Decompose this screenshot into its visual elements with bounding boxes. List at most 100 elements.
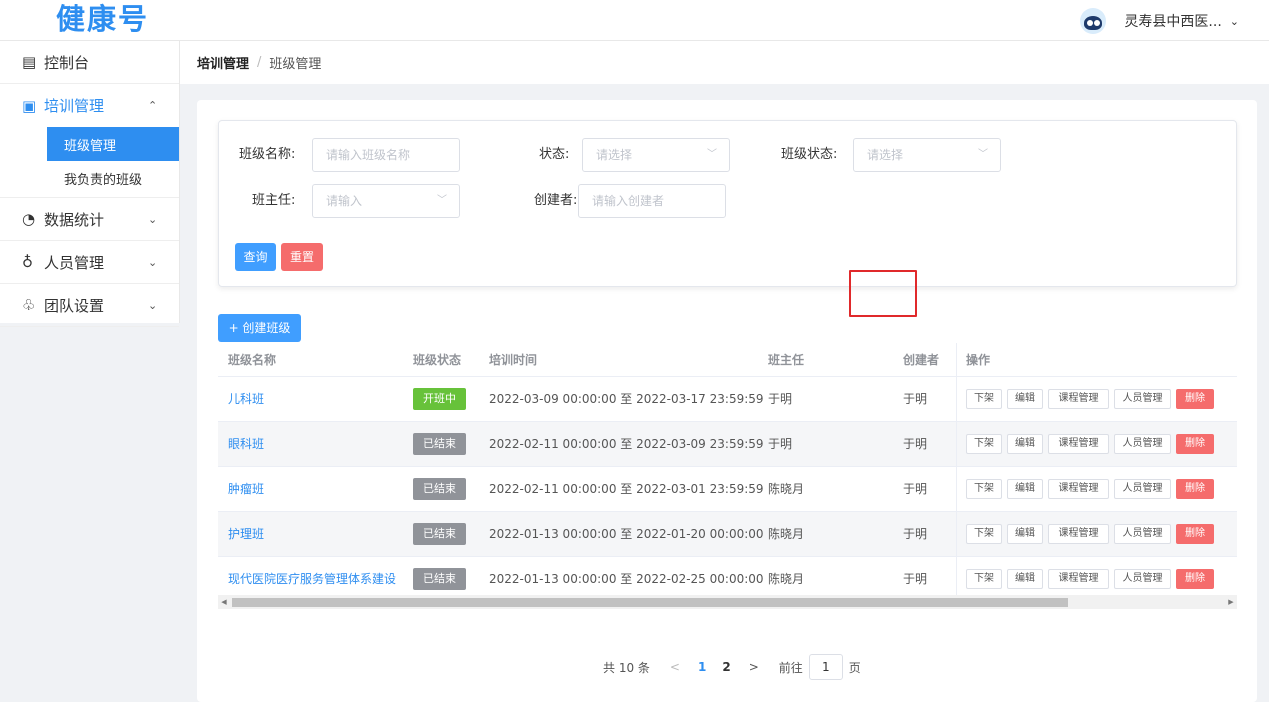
scrollbar-thumb[interactable]	[232, 598, 1068, 607]
filter-panel: 班级名称: 请输入班级名称 状态: 请选择 ﹀ 班级状态: 请选择 ﹀ 班主任:…	[218, 120, 1237, 287]
personnel-management-button[interactable]: 人员管理	[1114, 524, 1171, 544]
class-name-link[interactable]: 肿瘤班	[228, 467, 264, 511]
creator-input[interactable]: 请输入创建者	[578, 184, 726, 218]
table-row: 肿瘤班 已结束 2022-02-11 00:00:00 至 2022-03-01 2…	[218, 467, 1237, 512]
class-name-link[interactable]: 眼科班	[228, 422, 264, 466]
sidebar-item-label: 培训管理	[44, 97, 105, 115]
personnel-management-button[interactable]: 人员管理	[1114, 479, 1171, 499]
chevron-up-icon[interactable]: ⌃	[148, 99, 157, 112]
sidebar-subitem-my-classes[interactable]: 我负责的班级	[0, 161, 179, 195]
scroll-left-icon[interactable]: ◀	[218, 595, 230, 609]
next-page-icon[interactable]: >	[749, 660, 759, 674]
scroll-right-icon[interactable]: ▶	[1225, 595, 1237, 609]
app-logo[interactable]: 健康号	[56, 0, 149, 38]
delete-button[interactable]: 删除	[1176, 479, 1214, 499]
edit-button[interactable]: 编辑	[1007, 569, 1043, 589]
course-management-button[interactable]: 课程管理	[1048, 434, 1109, 454]
breadcrumb-current: 班级管理	[269, 57, 322, 72]
row-actions: 下架 编辑 课程管理 人员管理 删除	[956, 512, 1237, 556]
pagination: 共 10 条 < 1 2 > 前往 1 页	[593, 653, 861, 681]
delete-button[interactable]: 删除	[1176, 389, 1214, 409]
edit-button[interactable]: 编辑	[1007, 434, 1043, 454]
delete-button[interactable]: 删除	[1176, 569, 1214, 589]
training-time: 2022-03-09 00:00:00 至 2022-03-17 23:59:5…	[489, 392, 764, 406]
class-name-link[interactable]: 护理班	[228, 512, 264, 556]
unpublish-button[interactable]: 下架	[966, 434, 1002, 454]
column-header: 班级状态	[413, 353, 462, 367]
status-badge: 开班中	[413, 388, 466, 410]
query-button[interactable]: 查询	[235, 243, 276, 271]
create-class-button[interactable]: + 创建班级	[218, 314, 301, 342]
pagination-total: 共 10 条	[603, 660, 650, 675]
course-management-button[interactable]: 课程管理	[1048, 524, 1109, 544]
status-placeholder: 请选择	[596, 148, 633, 162]
page-2[interactable]: 2	[722, 660, 730, 674]
head-teacher-select[interactable]: 请输入 ﹀	[312, 184, 460, 218]
sidebar-item-dashboard[interactable]: ▤ 控制台	[0, 41, 179, 84]
edit-button[interactable]: 编辑	[1007, 479, 1043, 499]
sidebar-item-training[interactable]: ▣ 培训管理 ⌃	[0, 84, 179, 127]
class-status-placeholder: 请选择	[867, 148, 904, 162]
horizontal-scrollbar[interactable]: ◀ ▶	[218, 595, 1237, 609]
chevron-down-icon[interactable]: ⌄	[1230, 15, 1239, 28]
training-time: 2022-01-13 00:00:00 至 2022-01-20 00:00:0…	[489, 527, 764, 541]
team-icon: ♧	[22, 296, 36, 314]
user-menu[interactable]: 灵寿县中西医... ⌄	[1080, 8, 1239, 34]
edit-button[interactable]: 编辑	[1007, 389, 1043, 409]
status-badge: 已结束	[413, 568, 466, 590]
chevron-down-icon: ﹀	[707, 149, 717, 160]
delete-button[interactable]: 删除	[1176, 524, 1214, 544]
chevron-down-icon: ﹀	[437, 195, 447, 206]
column-header: 班级名称	[228, 353, 277, 367]
edit-button[interactable]: 编辑	[1007, 524, 1043, 544]
sidebar-item-team-settings[interactable]: ♧ 团队设置 ⌄	[0, 284, 179, 327]
personnel-management-button[interactable]: 人员管理	[1114, 434, 1171, 454]
class-status-select[interactable]: 请选择 ﹀	[853, 138, 1001, 172]
breadcrumb-parent[interactable]: 培训管理	[197, 53, 249, 72]
head-teacher: 于明	[768, 437, 793, 451]
avatar[interactable]	[1080, 8, 1107, 34]
prev-page-icon[interactable]: <	[670, 660, 680, 674]
course-management-button[interactable]: 课程管理	[1048, 389, 1109, 409]
sidebar-item-personnel[interactable]: ♁ 人员管理 ⌄	[0, 241, 179, 284]
main-content: 班级名称: 请输入班级名称 状态: 请选择 ﹀ 班级状态: 请选择 ﹀ 班主任:…	[197, 100, 1257, 702]
sidebar-item-statistics[interactable]: ◔ 数据统计 ⌄	[0, 198, 179, 241]
class-name-link[interactable]: 儿科班	[228, 377, 264, 421]
row-actions: 下架 编辑 课程管理 人员管理 删除	[956, 422, 1237, 466]
creator: 于明	[903, 437, 928, 451]
personnel-management-button[interactable]: 人员管理	[1114, 389, 1171, 409]
unpublish-button[interactable]: 下架	[966, 479, 1002, 499]
sidebar-item-label: 控制台	[44, 53, 90, 72]
course-management-button[interactable]: 课程管理	[1048, 479, 1109, 499]
class-name-input[interactable]: 请输入班级名称	[312, 138, 460, 172]
sidebar: ▤ 控制台 ▣ 培训管理 ⌃ 班级管理 我负责的班级 ◔ 数据统计 ⌄ ♁ 人员…	[0, 41, 180, 327]
sidebar-subitem-class-management[interactable]: 班级管理	[47, 127, 179, 161]
chart-icon: ◔	[22, 210, 36, 228]
goto-page-input[interactable]: 1	[808, 654, 843, 680]
delete-button[interactable]: 删除	[1176, 434, 1214, 454]
unpublish-button[interactable]: 下架	[966, 389, 1002, 409]
reset-button[interactable]: 重置	[281, 243, 323, 271]
personnel-management-button[interactable]: 人员管理	[1114, 569, 1171, 589]
chevron-down-icon[interactable]: ⌄	[148, 256, 157, 269]
creator-label: 创建者:	[534, 193, 578, 208]
head-teacher: 陈晓月	[768, 482, 805, 496]
class-name-placeholder: 请输入班级名称	[326, 148, 411, 162]
table-row: 护理班 已结束 2022-01-13 00:00:00 至 2022-01-20 0…	[218, 512, 1237, 557]
chevron-down-icon[interactable]: ⌄	[148, 299, 157, 312]
training-time: 2022-02-11 00:00:00 至 2022-03-01 23:59:5…	[489, 482, 764, 496]
table-row: 眼科班 已结束 2022-02-11 00:00:00 至 2022-03-09 2…	[218, 422, 1237, 467]
chevron-down-icon[interactable]: ⌄	[148, 213, 157, 226]
status-badge: 已结束	[413, 523, 466, 545]
status-select[interactable]: 请选择 ﹀	[582, 138, 730, 172]
unpublish-button[interactable]: 下架	[966, 569, 1002, 589]
page-suffix: 页	[848, 660, 861, 675]
status-badge: 已结束	[413, 433, 466, 455]
unpublish-button[interactable]: 下架	[966, 524, 1002, 544]
creator-placeholder: 请输入创建者	[592, 194, 665, 208]
status-badge: 已结束	[413, 478, 466, 500]
page-1[interactable]: 1	[698, 660, 706, 674]
course-management-button[interactable]: 课程管理	[1048, 569, 1109, 589]
user-name[interactable]: 灵寿县中西医...	[1124, 11, 1221, 31]
table-row: 儿科班 开班中 2022-03-09 00:00:00 至 2022-03-17 2…	[218, 377, 1237, 422]
